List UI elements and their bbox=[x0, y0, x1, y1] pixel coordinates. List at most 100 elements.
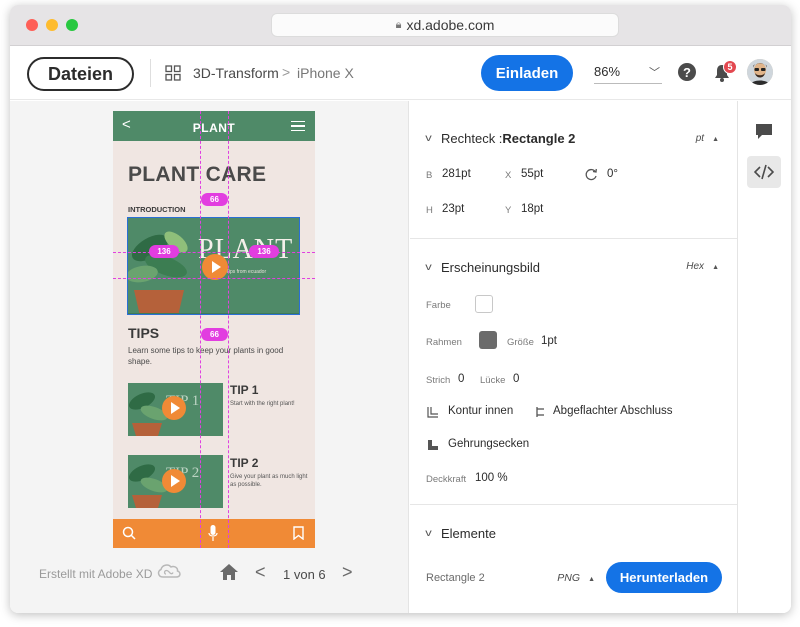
dash-label: Strich bbox=[426, 375, 451, 386]
rectangle-section-header[interactable]: v Rechteck : Rectangle 2 bbox=[425, 131, 575, 146]
inspector-panel: v Rechteck : Rectangle 2 pt ▲ B 281pt X 5… bbox=[410, 101, 738, 613]
tip-2-title: TIP 2 bbox=[230, 456, 259, 470]
avatar[interactable] bbox=[747, 59, 773, 85]
tip-1-thumbnail[interactable]: TIP 1 bbox=[128, 383, 223, 436]
url-text: xd.adobe.com bbox=[406, 17, 495, 33]
tip-1-subtitle: Start with the right plant! bbox=[230, 401, 295, 407]
measurement-label: 66 bbox=[201, 193, 228, 206]
elements-title: Elemente bbox=[441, 526, 496, 541]
guide-line bbox=[113, 278, 315, 279]
dropdown-triangle-icon: ▲ bbox=[712, 264, 719, 271]
grid-icon[interactable] bbox=[165, 65, 181, 81]
fill-color-swatch[interactable] bbox=[475, 295, 493, 313]
minimize-window-button[interactable] bbox=[46, 19, 58, 31]
export-format-select[interactable]: PNG ▲ bbox=[557, 572, 595, 584]
code-icon bbox=[754, 164, 774, 180]
gap-value: 0 bbox=[513, 373, 520, 385]
artboard-tab-bar bbox=[113, 519, 315, 548]
border-color-swatch[interactable] bbox=[479, 331, 497, 349]
x-label: X bbox=[505, 170, 512, 181]
right-toolbar bbox=[738, 101, 791, 613]
opacity-value: 100 % bbox=[475, 472, 508, 484]
tip-2-thumbnail[interactable]: TIP 2 bbox=[128, 455, 223, 508]
zoom-window-button[interactable] bbox=[66, 19, 78, 31]
x-value: 55pt bbox=[521, 168, 544, 180]
y-label: Y bbox=[505, 205, 512, 216]
creative-cloud-icon bbox=[157, 564, 181, 578]
comment-icon bbox=[756, 123, 772, 139]
miter-join-icon bbox=[428, 440, 438, 450]
next-page-button[interactable]: > bbox=[342, 562, 353, 583]
elements-section-header[interactable]: v Elemente bbox=[425, 526, 496, 541]
play-icon[interactable] bbox=[202, 254, 228, 280]
dev-specs-button[interactable] bbox=[747, 156, 781, 188]
fill-label: Farbe bbox=[426, 300, 451, 311]
color-mode-select[interactable]: Hex ▲ bbox=[686, 261, 719, 272]
chevron-down-icon: v bbox=[425, 528, 432, 539]
hero-video-card[interactable]: PLANT Tips from ecuador bbox=[127, 217, 300, 315]
stroke-inside-icon bbox=[427, 407, 438, 418]
flat-cap-label: Abgeflachter Abschluss bbox=[553, 405, 673, 417]
gap-label: Lücke bbox=[480, 375, 506, 386]
appearance-section-header[interactable]: v Erscheinungsbild bbox=[425, 260, 540, 275]
measurement-label: 66 bbox=[201, 328, 228, 341]
chevron-down-icon: v bbox=[425, 262, 432, 273]
address-bar[interactable]: 🔒︎ xd.adobe.com bbox=[271, 13, 619, 37]
unit-select[interactable]: pt ▲ bbox=[696, 133, 719, 144]
width-label: B bbox=[426, 170, 433, 181]
rotation-value: 0° bbox=[607, 168, 618, 180]
notification-badge: 5 bbox=[723, 60, 737, 74]
comments-button[interactable] bbox=[747, 115, 781, 147]
zoom-select[interactable]: 86% ﹀ bbox=[594, 64, 662, 84]
microphone-icon bbox=[208, 525, 218, 541]
download-button[interactable]: Herunterladen bbox=[606, 562, 722, 593]
measurement-label: 136 bbox=[249, 245, 279, 258]
artboard-heading: PLANT CARE bbox=[128, 163, 267, 186]
chevron-down-icon: ﹀ bbox=[649, 67, 660, 79]
guide-line bbox=[228, 111, 229, 548]
lock-icon: 🔒︎ bbox=[395, 18, 402, 31]
breadcrumb-chevron-icon: > bbox=[282, 64, 291, 80]
dash-value: 0 bbox=[458, 373, 465, 385]
size-label: Größe bbox=[507, 337, 534, 348]
browser-window: 🔒︎ xd.adobe.com Dateien 3D-Transform > i… bbox=[10, 5, 791, 613]
border-label: Rahmen bbox=[426, 337, 462, 348]
dropdown-triangle-icon: ▲ bbox=[712, 136, 719, 143]
play-icon[interactable] bbox=[162, 396, 186, 420]
stroke-inside-label: Kontur innen bbox=[448, 405, 514, 417]
play-icon[interactable] bbox=[162, 469, 186, 493]
previous-page-button[interactable]: < bbox=[255, 562, 266, 583]
files-button[interactable]: Dateien bbox=[27, 57, 134, 91]
app-header: Dateien 3D-Transform > iPhone X Einladen… bbox=[10, 47, 791, 100]
color-mode-value: Hex bbox=[686, 261, 705, 272]
invite-button[interactable]: Einladen bbox=[481, 55, 573, 91]
tips-heading: TIPS bbox=[128, 325, 160, 341]
breadcrumb-project[interactable]: 3D-Transform bbox=[193, 65, 279, 81]
hamburger-menu-icon bbox=[291, 121, 305, 131]
flat-cap-icon bbox=[536, 407, 544, 417]
miter-join-label: Gehrungsecken bbox=[448, 438, 530, 450]
object-type-label: Rechteck : bbox=[441, 131, 503, 146]
design-canvas: < PLANT PLANT CARE INTRODUCTION PLANT Ti… bbox=[10, 101, 409, 613]
export-format-value: PNG bbox=[557, 572, 581, 584]
guide-line bbox=[200, 111, 201, 548]
search-icon bbox=[122, 526, 136, 540]
section-divider bbox=[410, 238, 737, 239]
bookmark-icon bbox=[293, 526, 304, 540]
section-divider bbox=[410, 504, 737, 505]
size-value: 1pt bbox=[541, 335, 557, 347]
close-window-button[interactable] bbox=[26, 19, 38, 31]
help-icon[interactable]: ? bbox=[678, 63, 696, 81]
width-value: 281pt bbox=[442, 168, 471, 180]
rotate-icon bbox=[585, 168, 597, 181]
browser-titlebar: 🔒︎ xd.adobe.com bbox=[10, 5, 791, 46]
created-with-label: Erstellt mit Adobe XD bbox=[39, 567, 153, 581]
home-icon[interactable] bbox=[219, 563, 239, 581]
tip-1-title: TIP 1 bbox=[230, 383, 259, 397]
guide-line bbox=[113, 252, 315, 253]
height-value: 23pt bbox=[442, 203, 465, 215]
opacity-label: Deckkraft bbox=[426, 474, 467, 485]
hero-subtitle: Tips from ecuador bbox=[226, 269, 267, 275]
dropdown-triangle-icon: ▲ bbox=[588, 576, 595, 583]
page-indicator: 1 von 6 bbox=[283, 567, 326, 582]
